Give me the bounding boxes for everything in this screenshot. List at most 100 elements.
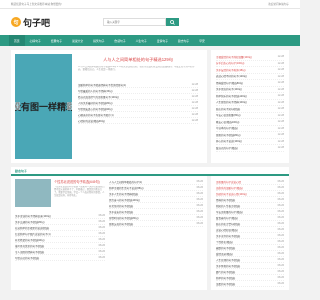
- list-item-title[interactable]: 治愈系的温暖句子(精选): [216, 186, 243, 190]
- list-item-date: 08-26: [277, 186, 284, 189]
- list-item-title[interactable]: 晚安心语(精选100句): [216, 120, 239, 124]
- list-item-date: 08-26: [196, 186, 203, 189]
- list-item-title[interactable]: 写给朋友真心的句子(精选90句): [78, 107, 112, 111]
- list-item-title[interactable]: 毕业季的句子(精选): [216, 126, 238, 130]
- list-item-title[interactable]: 关于思念的句子(100句): [216, 87, 242, 91]
- list-item-date: 12-28: [277, 126, 284, 130]
- list-item-date: 08-26: [277, 252, 284, 255]
- list-item-title[interactable]: 红蓝简单句子图片说说的句子(1): [15, 232, 51, 236]
- list-item-title[interactable]: 有关希望的句子(精选90句): [15, 238, 44, 242]
- list-item-title[interactable]: 关于友情的句子唯美(48句): [216, 68, 245, 72]
- list-item[interactable]: 感恩父母的句子(精选) 08-26: [109, 221, 203, 227]
- list-item-title[interactable]: 关于交通的句子(精选80句): [15, 220, 44, 224]
- nav-item[interactable]: 搞笑句子: [88, 39, 109, 43]
- list-item-title[interactable]: 温柔的句子(精选): [216, 282, 235, 286]
- list-item-title[interactable]: 感恩父母的句子(精选): [109, 222, 133, 226]
- list-item-title[interactable]: 霸气的句子(精选): [216, 270, 235, 274]
- list-item-title[interactable]: 爱情语录(精选): [216, 252, 233, 256]
- list-item-title[interactable]: 经典的句子(精选): [216, 198, 235, 202]
- list-item-title[interactable]: 关于成长的句子(精选): [109, 210, 133, 214]
- site-logo[interactable]: 句 句子吧: [11, 16, 103, 29]
- article-list-b: 人与人之间简单相处的句子(1) 08-26 简单幸福的生活句子说说(88句) 08-2…: [109, 179, 203, 287]
- list-item-title[interactable]: 心酸无奈的句子伤感句子图片(1): [78, 113, 114, 117]
- list-item-title[interactable]: 人生哲理的句子(精选): [216, 258, 240, 262]
- list-item[interactable]: 写给自己的句子(精选) 08-26: [15, 255, 105, 261]
- list-item-title[interactable]: 关于梦想的句子(精选): [216, 264, 240, 268]
- list-item-title[interactable]: 表达心情不好的句子(120句): [216, 74, 247, 78]
- list-item-title[interactable]: 关于读书的句子(精选): [216, 234, 240, 238]
- top-bar-left-text: 精选优质句子马上到文库推荐本站,你想要的!: [11, 3, 62, 6]
- featured-title[interactable]: 人与人之间简单相处的句子精选129句: [78, 57, 198, 63]
- list-item-title[interactable]: 写给自己的句子(精选): [15, 256, 39, 260]
- list-item-date: 12-28: [191, 101, 198, 104]
- list-item-date: 08-26: [98, 226, 105, 229]
- nav-item[interactable]: 说说大全: [67, 39, 88, 43]
- logo-text: 句子吧: [23, 17, 51, 28]
- nav-item[interactable]: 早安: [194, 39, 210, 43]
- search-input[interactable]: [103, 18, 166, 26]
- list-item-title[interactable]: 努力奋斗的句子(精选100句): [109, 198, 140, 202]
- list-item-title[interactable]: 励志的句子短句(精选): [216, 107, 240, 111]
- list-item-title[interactable]: 说说心情短语(精选): [216, 228, 238, 232]
- list-item-title[interactable]: 个性签名(精选): [216, 240, 233, 244]
- list-item-title[interactable]: 简短的人生格言(精选): [216, 204, 240, 208]
- list-item-title[interactable]: 关于金钱的句子经典语录(100句): [15, 214, 51, 218]
- list-item[interactable]: 温柔的句子(精选) 08-26: [216, 281, 284, 287]
- list-item-title[interactable]: 珍惜时间的句子(精选80句): [109, 216, 138, 220]
- list-item-date: 08-26: [277, 264, 284, 267]
- list-item-date: 12-28: [191, 107, 198, 110]
- list-item-title[interactable]: 早安心语正能量(80句): [216, 113, 240, 117]
- list-item-title[interactable]: 简单快乐的句子(精选120句): [216, 94, 247, 98]
- list-item-title[interactable]: 心情好的说说(精选90句): [78, 119, 105, 123]
- list-item-title[interactable]: 开心的句子说说(100句): [216, 139, 242, 143]
- list-item[interactable]: 心情好的说说(精选90句) 12-28: [78, 118, 198, 124]
- list-item-title[interactable]: 简单幸福的生活句子说说(88句): [109, 186, 143, 190]
- search-button[interactable]: [166, 18, 179, 26]
- list-item-title[interactable]: 描写月亮优美的句子(精选): [15, 244, 44, 248]
- list-item-title[interactable]: 温暖简单的句子精选经典句子优美情感句(1): [78, 83, 126, 87]
- list-item-title[interactable]: 感恩的句子(精选80句): [216, 133, 240, 137]
- list-item-title[interactable]: 幸福爱情的句子简短温馨(100句): [216, 55, 252, 59]
- list-item-title[interactable]: 励志的名言警句(精选): [216, 222, 240, 226]
- nav-item[interactable]: 经典句子: [46, 39, 67, 43]
- list-item-title[interactable]: 致青春的句子(精选): [216, 216, 238, 220]
- list-item-title[interactable]: 伤感的句子说说心情(100句): [216, 192, 247, 196]
- list-item-title[interactable]: 致自己的句子(精选): [216, 146, 238, 150]
- list-item-title[interactable]: 人生感悟的句子经典(100句): [216, 100, 247, 104]
- list-item-title[interactable]: 令人泪目的经典句子(精选): [15, 250, 44, 254]
- chevron-right-icon[interactable]: ›: [67, 102, 72, 110]
- list-item-title[interactable]: 经典爱情句子(精选80句): [216, 81, 243, 85]
- list-item-date: 08-26: [196, 198, 203, 201]
- section-title[interactable]: 励志句子: [11, 167, 289, 176]
- article-thumbnail[interactable]: [15, 179, 51, 207]
- list-item-title[interactable]: 简单的句子(精选): [216, 276, 235, 280]
- list-item-date: 08-26: [277, 234, 284, 237]
- nav-item[interactable]: 励志句子: [173, 39, 194, 43]
- hot-article[interactable]: 个性苏北说说的句子精选(645句) 个性苏北说说的句子精选 1.如果有一天你们发…: [15, 179, 105, 210]
- list-item-title[interactable]: 分手后伤心的句子(100句): [216, 61, 244, 65]
- list-item-title[interactable]: 写给最爱的人的句子经典(33句): [78, 89, 112, 93]
- featured-slide[interactable]: ‹ 没有图一样精彩 ›: [15, 54, 72, 159]
- nav-item[interactable]: 人生句子: [131, 39, 152, 43]
- list-item-title[interactable]: 正能量的句子说说心情: [216, 180, 241, 184]
- list-item-title[interactable]: 在这简单的幸福里的说说(精选): [15, 226, 49, 230]
- list-item-title[interactable]: 早安正能量的句子(精选): [216, 210, 243, 214]
- nav-item[interactable]: 首页: [9, 35, 25, 46]
- list-item-title[interactable]: 人际关系最好的句子(精选80句): [78, 101, 112, 105]
- list-item-title[interactable]: 幽默的句子(精选): [216, 246, 235, 250]
- list-item-date: 08-26: [98, 244, 105, 247]
- list-item-date: 12-28: [277, 133, 284, 137]
- list-item-title[interactable]: 关于人生的句子经典(精选): [109, 192, 138, 196]
- list-item[interactable]: 致自己的句子(精选) 12-28: [216, 145, 284, 152]
- header: 句 句子吧: [0, 9, 300, 35]
- nav-item[interactable]: 爱情句子: [152, 39, 173, 43]
- list-item-title[interactable]: 人与人之间简单相处的句子(1): [109, 180, 142, 184]
- list-item-date: 08-26: [277, 216, 284, 219]
- chevron-left-icon[interactable]: ‹: [15, 102, 20, 110]
- list-item-title[interactable]: 给自己加油打气的正能量句子(100句): [78, 95, 119, 99]
- nav-item[interactable]: 心情句子: [25, 39, 46, 43]
- nav-item[interactable]: 伤感句子: [109, 39, 130, 43]
- list-item-title[interactable]: 有关坚持的句子(精选): [109, 204, 133, 208]
- list-item-date: 08-26: [277, 276, 284, 279]
- list-item-date: 08-26: [98, 214, 105, 217]
